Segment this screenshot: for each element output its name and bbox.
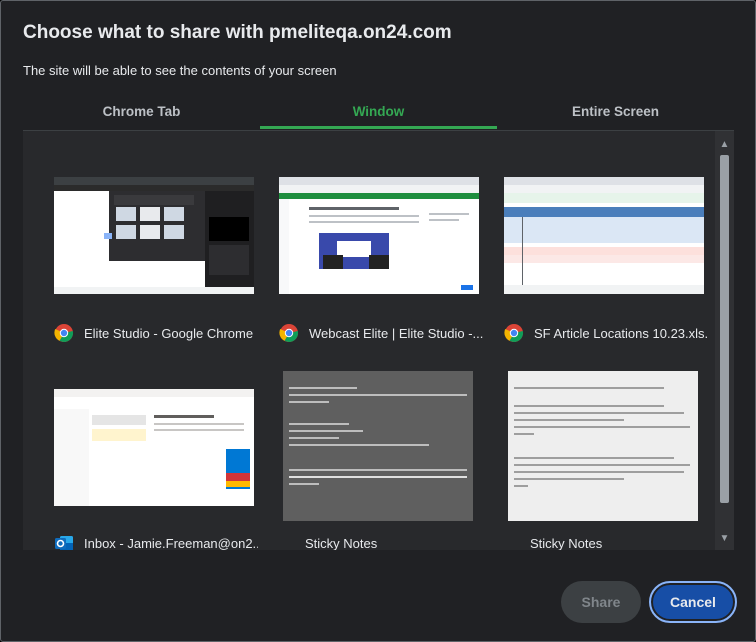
window-label-text: Webcast Elite | Elite Studio -... bbox=[309, 325, 483, 341]
window-thumbnail bbox=[508, 371, 698, 521]
tab-entire-screen[interactable]: Entire Screen bbox=[497, 97, 734, 131]
tab-window[interactable]: Window bbox=[260, 97, 497, 131]
share-dialog: Choose what to share with pmeliteqa.on24… bbox=[0, 0, 756, 642]
window-option-elite-studio[interactable]: Elite Studio - Google Chrome bbox=[54, 177, 258, 347]
window-label: Inbox - Jamie.Freeman@on2... bbox=[54, 533, 258, 550]
window-option-sticky-notes-2[interactable]: Sticky Notes bbox=[504, 371, 708, 550]
window-thumbnail bbox=[279, 177, 479, 294]
window-option-webcast-elite[interactable]: Webcast Elite | Elite Studio -... bbox=[279, 177, 483, 347]
window-thumbnail bbox=[283, 371, 473, 521]
window-list: Elite Studio - Google Chrome Webcast Eli… bbox=[23, 130, 734, 550]
window-list-scrollbar[interactable]: ▲ ▼ bbox=[715, 131, 734, 550]
window-label-text: Elite Studio - Google Chrome bbox=[84, 325, 254, 341]
window-label: Elite Studio - Google Chrome bbox=[54, 323, 258, 343]
window-label-text: Sticky Notes bbox=[530, 535, 603, 551]
window-option-inbox-outlook[interactable]: Inbox - Jamie.Freeman@on2... bbox=[54, 389, 258, 550]
share-button[interactable]: Share bbox=[561, 581, 641, 623]
window-thumbnail bbox=[504, 177, 704, 294]
cancel-button[interactable]: Cancel bbox=[649, 581, 737, 623]
window-label: Sticky Notes bbox=[279, 533, 483, 551]
scroll-thumb[interactable] bbox=[720, 155, 729, 503]
window-label: SF Article Locations 10.23.xls... bbox=[504, 323, 708, 343]
window-label: Webcast Elite | Elite Studio -... bbox=[279, 323, 483, 343]
window-thumbnail bbox=[54, 389, 254, 506]
chrome-icon bbox=[54, 324, 74, 343]
window-thumbnail bbox=[54, 177, 254, 294]
window-option-sticky-notes-1[interactable]: Sticky Notes bbox=[279, 371, 483, 550]
window-label-text: Sticky Notes bbox=[305, 535, 378, 551]
scroll-down-icon[interactable]: ▼ bbox=[719, 533, 730, 544]
share-tabs: Chrome Tab Window Entire Screen bbox=[23, 97, 734, 131]
window-label: Sticky Notes bbox=[504, 533, 708, 551]
tab-chrome-tab[interactable]: Chrome Tab bbox=[23, 97, 260, 131]
dialog-buttons: Share Cancel bbox=[561, 581, 737, 623]
window-option-sf-article-locations[interactable]: SF Article Locations 10.23.xls... bbox=[504, 177, 708, 347]
scroll-up-icon[interactable]: ▲ bbox=[719, 139, 730, 150]
chrome-icon bbox=[279, 324, 299, 343]
chrome-icon bbox=[504, 324, 524, 343]
dialog-subtitle: The site will be able to see the content… bbox=[23, 63, 337, 78]
dialog-title: Choose what to share with pmeliteqa.on24… bbox=[23, 22, 452, 43]
outlook-icon bbox=[55, 536, 73, 550]
window-label-text: Inbox - Jamie.Freeman@on2... bbox=[84, 535, 258, 551]
window-label-text: SF Article Locations 10.23.xls... bbox=[534, 325, 708, 341]
